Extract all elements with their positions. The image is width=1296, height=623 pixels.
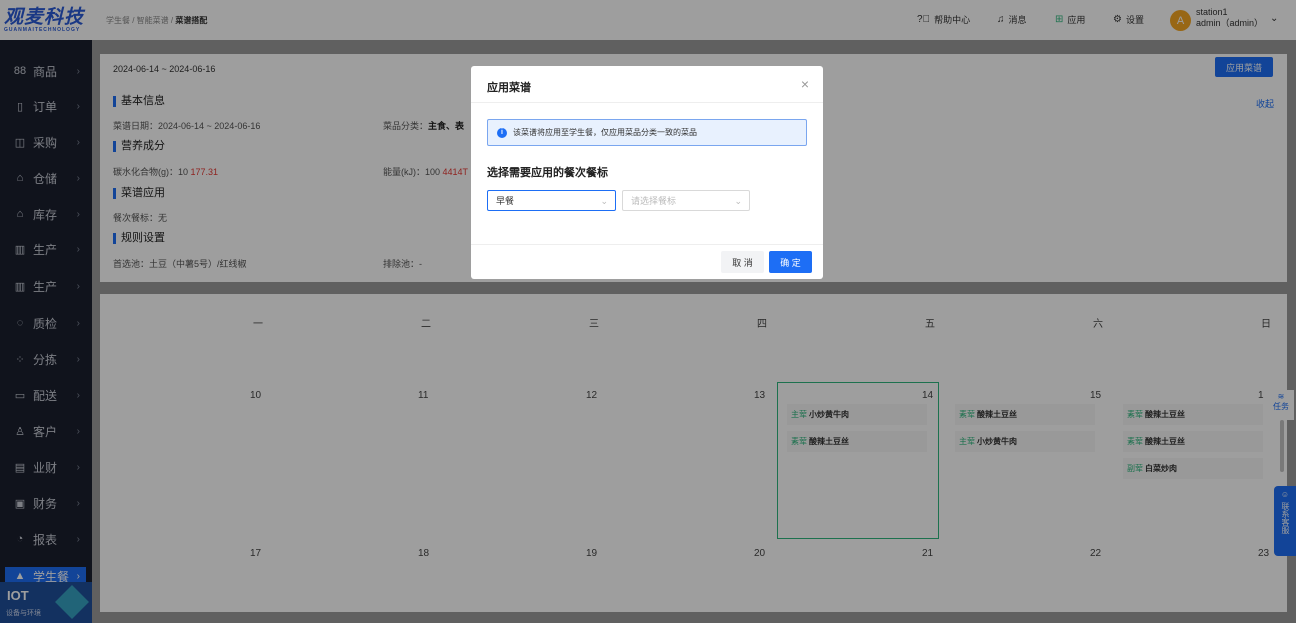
close-icon[interactable]: ×: [801, 76, 809, 92]
divider: [471, 102, 823, 103]
cancel-button[interactable]: 取 消: [721, 251, 764, 273]
chevron-down-icon: ⌄: [600, 196, 608, 206]
info-alert: i 该菜谱将应用至学生餐，仅应用菜品分类一致的菜品: [487, 119, 807, 146]
meal-tag-placeholder: 请选择餐标: [631, 196, 677, 206]
info-icon: i: [497, 127, 507, 138]
meal-select-value: 早餐: [496, 196, 515, 206]
alert-text: 该菜谱将应用至学生餐，仅应用菜品分类一致的菜品: [513, 128, 697, 137]
divider: [471, 244, 823, 245]
dialog-title: 应用菜谱: [487, 82, 531, 94]
meal-tag-select[interactable]: 请选择餐标 ⌄: [622, 190, 750, 211]
confirm-button[interactable]: 确 定: [769, 251, 812, 273]
meal-select[interactable]: 早餐 ⌄: [487, 190, 616, 211]
meal-select-label: 选择需要应用的餐次餐标: [487, 167, 608, 179]
apply-menu-dialog: 应用菜谱 × i 该菜谱将应用至学生餐，仅应用菜品分类一致的菜品 选择需要应用的餐…: [471, 66, 823, 279]
chevron-down-icon: ⌄: [734, 196, 742, 206]
